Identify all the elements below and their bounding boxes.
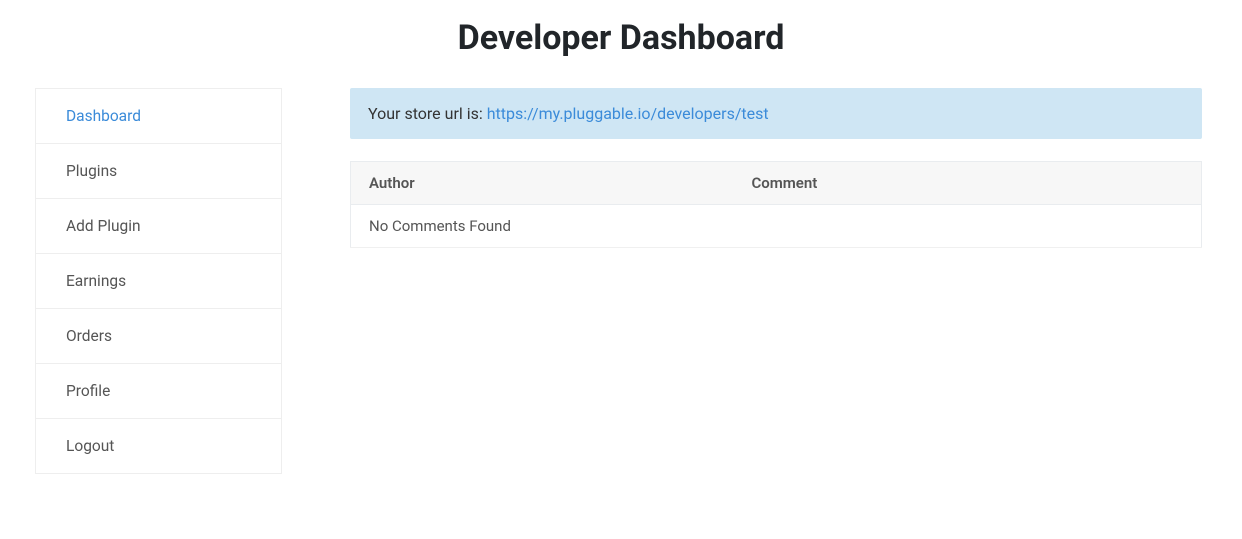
sidebar-item-orders[interactable]: Orders	[35, 309, 282, 364]
table-row: No Comments Found	[351, 205, 1202, 248]
sidebar-item-add-plugin[interactable]: Add Plugin	[35, 199, 282, 254]
table-empty-message: No Comments Found	[351, 205, 1202, 248]
store-url-link[interactable]: https://my.pluggable.io/developers/test	[487, 104, 769, 123]
sidebar-item-profile[interactable]: Profile	[35, 364, 282, 419]
store-url-alert: Your store url is: https://my.pluggable.…	[350, 88, 1202, 139]
comments-table: Author Comment No Comments Found	[350, 161, 1202, 248]
page-title: Developer Dashboard	[0, 0, 1242, 88]
sidebar-item-dashboard[interactable]: Dashboard	[35, 88, 282, 144]
container: Dashboard Plugins Add Plugin Earnings Or…	[0, 88, 1242, 474]
sidebar-item-logout[interactable]: Logout	[35, 419, 282, 474]
sidebar-item-earnings[interactable]: Earnings	[35, 254, 282, 309]
sidebar-item-plugins[interactable]: Plugins	[35, 144, 282, 199]
store-url-prefix: Your store url is:	[368, 104, 487, 123]
main-content: Your store url is: https://my.pluggable.…	[350, 88, 1222, 248]
table-header-comment: Comment	[733, 162, 1201, 205]
sidebar: Dashboard Plugins Add Plugin Earnings Or…	[35, 88, 282, 474]
table-header-author: Author	[351, 162, 734, 205]
